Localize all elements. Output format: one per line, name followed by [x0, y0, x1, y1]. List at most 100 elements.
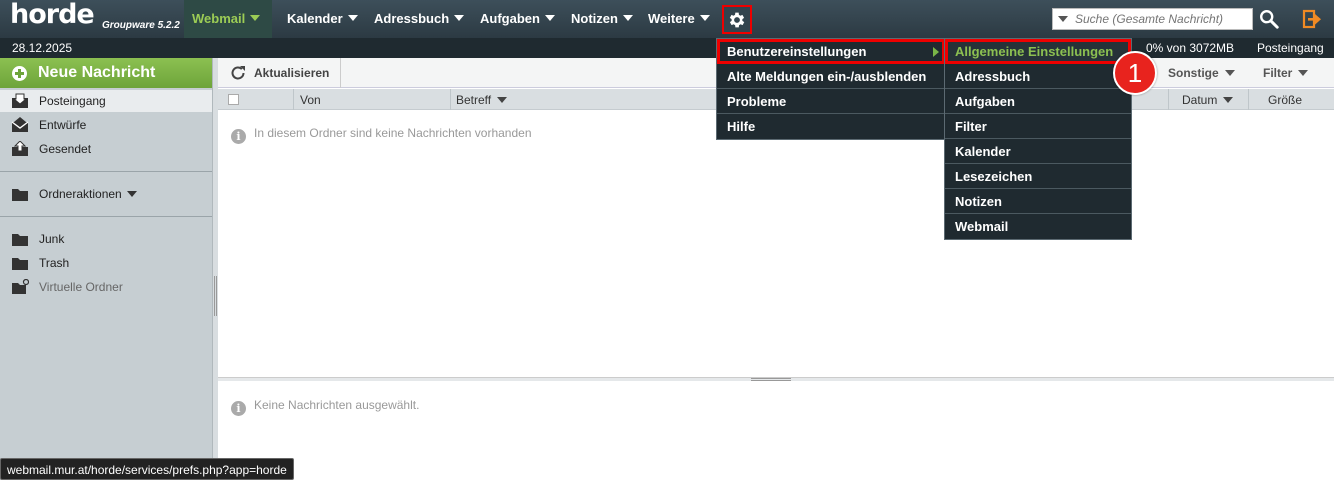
- chevron-down-icon: [1223, 97, 1234, 103]
- settings-menu: Benutzereinstellungen Alte Meldungen ein…: [716, 38, 946, 140]
- folder-gesendet[interactable]: Gesendet: [0, 138, 212, 160]
- chevron-down-icon: [347, 15, 358, 21]
- other-menu-button[interactable]: Sonstige: [1168, 66, 1235, 80]
- folder-label: Gesendet: [39, 142, 92, 156]
- step-badge: 1: [1113, 51, 1157, 95]
- column-size[interactable]: Größe: [1268, 93, 1302, 107]
- search-box: [1052, 8, 1253, 30]
- chevron-down-icon: [1298, 70, 1309, 76]
- menu-item-benutzereinstellungen[interactable]: Benutzereinstellungen: [717, 39, 945, 64]
- nav-adressbuch[interactable]: Adressbuch: [366, 0, 472, 38]
- info-icon: i: [231, 401, 246, 416]
- nav-label: Notizen: [571, 11, 618, 26]
- nav-webmail[interactable]: Webmail: [184, 0, 272, 38]
- settings-gear-button[interactable]: [722, 5, 752, 34]
- chevron-down-icon: [1224, 70, 1235, 76]
- menu-item-hilfe[interactable]: Hilfe: [717, 114, 945, 139]
- current-folder-label: Posteingang: [1257, 41, 1324, 55]
- plus-icon: [12, 66, 27, 81]
- nav-label: Weitere: [648, 11, 695, 26]
- menu-item-label: Benutzereinstellungen: [727, 44, 867, 59]
- sidebar: Neue Nachricht Posteingang Entwürfe Gese…: [0, 58, 213, 480]
- folder-label: Junk: [39, 232, 65, 246]
- nav-label: Adressbuch: [374, 11, 450, 26]
- chevron-down-icon: [497, 97, 508, 103]
- folder-label: Entwürfe: [39, 118, 87, 132]
- menu-item-probleme[interactable]: Probleme: [717, 89, 945, 114]
- column-divider: [1168, 89, 1169, 110]
- horde-logo[interactable]: horde Groupware 5.2.2: [10, 0, 180, 36]
- submenu-item-kalender[interactable]: Kalender: [945, 139, 1131, 164]
- submenu-item-aufgaben[interactable]: Aufgaben: [945, 89, 1131, 114]
- folder-label: Posteingang: [39, 94, 106, 108]
- chevron-down-icon: [454, 15, 465, 21]
- column-date-label: Datum: [1182, 93, 1218, 107]
- preferences-submenu: Allgemeine Einstellungen Adressbuch Aufg…: [944, 38, 1132, 240]
- folder-actions-label: Ordneraktionen: [39, 187, 122, 201]
- submenu-item-lesezeichen[interactable]: Lesezeichen: [945, 164, 1131, 189]
- chevron-down-icon: [544, 15, 555, 21]
- sidebar-resize-handle[interactable]: [213, 58, 218, 480]
- sidebar-divider: [0, 216, 212, 217]
- nav-notizen[interactable]: Notizen: [563, 0, 641, 38]
- submenu-item-webmail[interactable]: Webmail: [945, 214, 1131, 239]
- current-date: 28.12.2025: [12, 41, 73, 55]
- chevron-down-icon: [250, 15, 261, 21]
- chevron-right-icon: [933, 47, 939, 57]
- search-scope-dropdown[interactable]: [1058, 16, 1068, 22]
- folder-icon: [12, 189, 28, 201]
- folder-icon: [12, 258, 28, 270]
- folder-label: Trash: [39, 256, 70, 270]
- submenu-item-filter[interactable]: Filter: [945, 114, 1131, 139]
- logout-icon[interactable]: [1302, 9, 1322, 29]
- column-from[interactable]: Von: [300, 93, 321, 107]
- column-subject-label: Betreff: [456, 93, 492, 107]
- menu-item-alte-meldungen[interactable]: Alte Meldungen ein-/ausblenden: [717, 64, 945, 89]
- search-input[interactable]: [1075, 10, 1250, 28]
- preview-resize-handle[interactable]: [218, 377, 1334, 381]
- column-subject[interactable]: Betreff: [456, 93, 508, 107]
- folder-trash[interactable]: Trash: [0, 252, 212, 274]
- sidebar-divider: [0, 171, 212, 172]
- link-status-bar: webmail.mur.at/horde/services/prefs.php?…: [0, 458, 294, 480]
- chevron-down-icon: [126, 191, 137, 197]
- gear-icon: [729, 12, 745, 27]
- other-label: Sonstige: [1168, 66, 1219, 80]
- refresh-icon: [231, 66, 245, 80]
- info-icon: i: [231, 129, 246, 144]
- folder-icon: [12, 234, 28, 246]
- submenu-item-allgemeine-einstellungen[interactable]: Allgemeine Einstellungen: [945, 39, 1131, 64]
- filter-label: Filter: [1263, 66, 1293, 80]
- nav-aufgaben[interactable]: Aufgaben: [472, 0, 563, 38]
- sent-icon: [12, 141, 28, 156]
- refresh-button[interactable]: Aktualisieren: [218, 58, 341, 88]
- folder-junk[interactable]: Junk: [0, 228, 212, 250]
- app-version: Groupware 5.2.2: [102, 20, 180, 31]
- column-date[interactable]: Datum: [1182, 93, 1234, 107]
- no-selection-notice: i Keine Nachrichten ausgewählt.: [231, 398, 419, 416]
- nav-label: Kalender: [287, 11, 343, 26]
- nav-weitere[interactable]: Weitere: [640, 0, 718, 38]
- folder-actions-menu[interactable]: Ordneraktionen: [0, 183, 212, 205]
- column-divider: [293, 89, 294, 110]
- column-divider: [450, 89, 451, 110]
- new-message-button[interactable]: Neue Nachricht: [0, 58, 212, 88]
- quota-text: 0% von 3072MB: [1146, 41, 1235, 55]
- new-message-label: Neue Nachricht: [38, 64, 156, 81]
- nav-label: Webmail: [192, 11, 246, 26]
- submenu-item-adressbuch[interactable]: Adressbuch: [945, 64, 1131, 89]
- grip-icon: [214, 276, 217, 316]
- magnifier-icon[interactable]: [1258, 8, 1280, 30]
- submenu-item-notizen[interactable]: Notizen: [945, 189, 1131, 214]
- column-divider: [1248, 89, 1249, 110]
- nav-kalender[interactable]: Kalender: [279, 0, 366, 38]
- filter-menu-button[interactable]: Filter: [1263, 66, 1309, 80]
- select-all-checkbox[interactable]: [228, 94, 239, 105]
- no-selection-text: Keine Nachrichten ausgewählt.: [254, 398, 420, 412]
- top-navigation-bar: horde Groupware 5.2.2 Webmail Kalender A…: [0, 0, 1334, 38]
- drafts-icon: [11, 117, 29, 132]
- folder-entwuerfe[interactable]: Entwürfe: [0, 114, 212, 136]
- refresh-label: Aktualisieren: [254, 66, 330, 80]
- folder-posteingang[interactable]: Posteingang: [0, 90, 212, 112]
- folder-virtual[interactable]: Virtuelle Ordner: [0, 276, 212, 298]
